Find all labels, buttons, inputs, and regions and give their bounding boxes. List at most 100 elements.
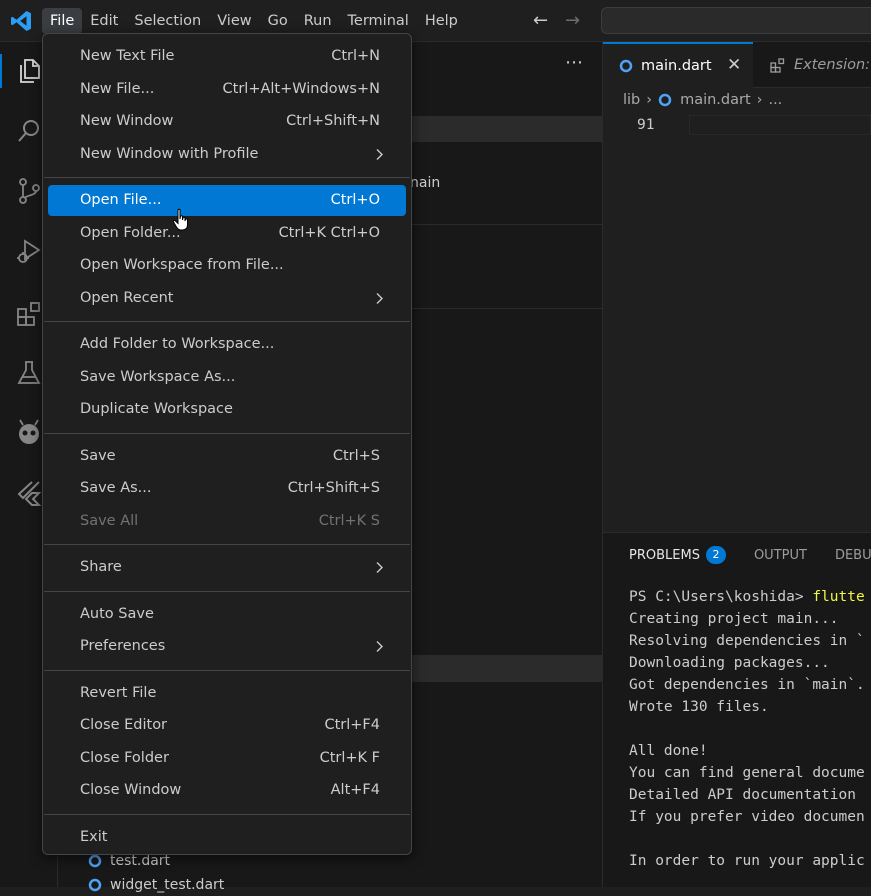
menu-item-close-window[interactable]: Close Window Alt+F4 xyxy=(48,775,406,806)
chevron-right-icon xyxy=(376,148,383,160)
menu-item-save-as[interactable]: Save As... Ctrl+Shift+S xyxy=(48,473,406,504)
menu-item-open-file[interactable]: Open File... Ctrl+O xyxy=(48,185,406,216)
menu-item-preferences[interactable]: Preferences xyxy=(48,631,406,662)
tab-problems[interactable]: PROBLEMS 2 xyxy=(629,546,726,564)
menu-separator xyxy=(44,669,410,671)
menu-help[interactable]: Help xyxy=(417,8,466,34)
menu-item-label: New Window with Profile xyxy=(80,145,259,162)
terminal-command: flutte xyxy=(812,589,865,605)
menu-view[interactable]: View xyxy=(209,8,259,34)
tab-output[interactable]: OUTPUT xyxy=(754,548,807,563)
breadcrumb-item[interactable]: main.dart xyxy=(680,92,751,108)
terminal-line: In order to run your applic xyxy=(629,853,865,869)
terminal-line: Creating project main... xyxy=(629,611,839,627)
vscode-logo-icon[interactable] xyxy=(9,9,33,33)
menu-go[interactable]: Go xyxy=(260,8,296,34)
menu-selection[interactable]: Selection xyxy=(126,8,209,34)
menu-item-label: Close Window xyxy=(80,782,182,798)
tab-extension[interactable]: Extension: F xyxy=(754,42,871,88)
terminal-line: All done! xyxy=(629,743,708,759)
line-number: 91 xyxy=(637,117,655,133)
file-item-widget-test-dart[interactable]: widget_test.dart xyxy=(88,874,224,896)
file-name: widget_test.dart xyxy=(110,877,225,893)
terminal-output[interactable]: PS C:\Users\koshida> flutte Creating pro… xyxy=(629,586,865,872)
menu-item-open-folder[interactable]: Open Folder... Ctrl+K Ctrl+O xyxy=(48,218,406,249)
breadcrumb-item[interactable]: ... xyxy=(768,92,782,108)
terminal-prompt: PS C:\Users\koshida> xyxy=(629,589,813,605)
tab-label: PROBLEMS xyxy=(629,547,700,563)
menu-separator xyxy=(44,813,410,815)
dart-file-icon xyxy=(88,878,102,892)
menu-item-label: Duplicate Workspace xyxy=(80,401,233,417)
hand-cursor-icon xyxy=(172,208,188,231)
menu-item-shortcut: Alt+F4 xyxy=(330,782,380,798)
forward-arrow-icon[interactable]: → xyxy=(565,9,580,33)
menu-item-shortcut: Ctrl+Shift+S xyxy=(287,480,380,496)
terminal-line: You can find general docume xyxy=(629,765,865,781)
tab-label: Extension: F xyxy=(794,57,871,73)
chevron-right-icon xyxy=(376,562,383,573)
menu-item-open-workspace-from-file[interactable]: Open Workspace from File... xyxy=(48,250,406,281)
close-icon[interactable]: ✕ xyxy=(727,55,741,75)
menu-item-new-file[interactable]: New File... Ctrl+Alt+Windows+N xyxy=(48,74,406,105)
menu-separator xyxy=(44,321,410,322)
menu-item-label: Save All xyxy=(80,512,139,529)
chevron-right-icon xyxy=(376,292,383,304)
menu-terminal[interactable]: Terminal xyxy=(340,8,417,34)
menu-item-label: Preferences xyxy=(80,638,166,654)
menu-item-revert-file[interactable]: Revert File xyxy=(48,678,406,709)
menu-item-share[interactable]: Share xyxy=(48,552,406,583)
menu-item-label: Share xyxy=(80,559,122,575)
menu-item-duplicate-workspace[interactable]: Duplicate Workspace xyxy=(48,394,406,425)
tab-label: main.dart xyxy=(641,58,712,74)
menu-bar: File Edit Selection View Go Run Terminal Help xyxy=(42,8,466,34)
more-actions-icon[interactable]: ⋯ xyxy=(565,52,584,73)
menu-separator xyxy=(44,544,410,545)
menu-item-new-window-with-profile[interactable]: New Window with Profile xyxy=(48,139,406,170)
file-menu: New Text File Ctrl+N New File... Ctrl+Alt+W… xyxy=(42,33,412,855)
back-arrow-icon[interactable]: ← xyxy=(533,9,548,33)
menu-item-open-recent[interactable]: Open Recent xyxy=(48,283,406,314)
menu-item-close-editor[interactable]: Close Editor Ctrl+F4 xyxy=(48,710,406,741)
menu-separator xyxy=(44,590,410,592)
menu-item-shortcut: Ctrl+K S xyxy=(318,512,380,529)
current-line-highlight[interactable] xyxy=(689,115,871,135)
breadcrumb-item[interactable]: lib xyxy=(623,92,640,108)
menu-item-label: Open Recent xyxy=(80,289,174,306)
menu-item-new-window[interactable]: New Window Ctrl+Shift+N xyxy=(48,106,406,137)
menu-item-label: Close Editor xyxy=(80,717,168,733)
active-indicator xyxy=(0,54,2,88)
menu-item-auto-save[interactable]: Auto Save xyxy=(48,599,406,630)
command-center-search[interactable] xyxy=(601,7,871,34)
menu-item-label: Open Folder... xyxy=(80,224,181,241)
menu-item-exit[interactable]: Exit xyxy=(48,822,406,853)
terminal-line: Got dependencies in `main`. xyxy=(629,677,865,693)
tab-debug[interactable]: DEBUG xyxy=(835,548,871,563)
editor-area: main.dart ✕ Extension: F lib › main.dart… xyxy=(603,42,871,532)
menu-run[interactable]: Run xyxy=(296,8,340,34)
dart-file-icon xyxy=(88,854,102,868)
file-name: test.dart xyxy=(110,853,171,869)
menu-item-label: Exit xyxy=(80,828,108,845)
panel-tabs: PROBLEMS 2 OUTPUT DEBUG xyxy=(629,546,871,564)
menu-item-save-workspace-as[interactable]: Save Workspace As... xyxy=(48,362,406,393)
menu-item-save[interactable]: Save Ctrl+S xyxy=(48,441,406,472)
menu-item-label: Close Folder xyxy=(80,749,169,766)
menu-separator xyxy=(44,177,410,178)
menu-item-label: Add Folder to Workspace... xyxy=(80,336,275,352)
editor-tabs: main.dart ✕ Extension: F xyxy=(603,42,871,88)
chevron-right-icon: › xyxy=(646,92,653,108)
menu-item-new-text-file[interactable]: New Text File Ctrl+N xyxy=(48,41,406,72)
menu-item-close-folder[interactable]: Close Folder Ctrl+K F xyxy=(48,743,406,774)
menu-item-shortcut: Ctrl+K Ctrl+O xyxy=(278,224,380,241)
menu-item-label: New Text File xyxy=(80,48,175,64)
terminal-line: Resolving dependencies in ` xyxy=(629,633,865,649)
dart-file-icon xyxy=(619,59,633,73)
tab-main-dart[interactable]: main.dart ✕ xyxy=(603,42,753,88)
menu-item-shortcut: Ctrl+S xyxy=(332,447,380,464)
menu-edit[interactable]: Edit xyxy=(82,8,126,34)
menu-item-add-folder-to-workspace[interactable]: Add Folder to Workspace... xyxy=(48,329,406,360)
menu-file[interactable]: File xyxy=(42,8,83,34)
extensions-icon xyxy=(770,58,785,73)
menu-item-save-all: Save All Ctrl+K S xyxy=(48,506,406,537)
